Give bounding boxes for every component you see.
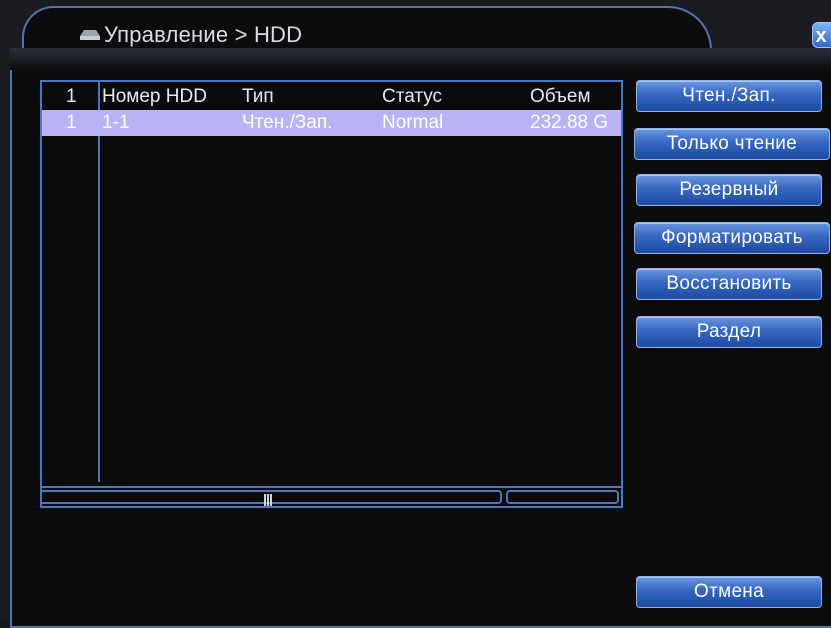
header-hdd-number: Номер HDD (102, 86, 207, 107)
recover-button[interactable]: Восстановить (636, 268, 822, 300)
partition-button[interactable]: Раздел (636, 316, 822, 348)
row-status: Normal (382, 112, 444, 133)
hdd-icon (80, 30, 100, 40)
read-write-button[interactable]: Чтен./Зап. (636, 80, 822, 112)
horizontal-scrollbar[interactable] (42, 486, 621, 506)
header-index: 1 (66, 86, 77, 107)
cancel-button[interactable]: Отмена (636, 576, 822, 608)
close-button[interactable]: x (812, 22, 831, 48)
title-tab: Управление > HDD (22, 6, 712, 50)
redundant-button[interactable]: Резервный (636, 174, 822, 206)
scrollbar-thumb[interactable] (264, 494, 272, 506)
table-row[interactable]: 1 1-1 Чтен./Зап. Normal 232.88 G (42, 110, 621, 136)
scrollbar-end (506, 490, 619, 504)
row-index: 1 (66, 112, 77, 133)
format-button[interactable]: Форматировать (634, 222, 830, 254)
header-capacity: Объем (530, 86, 591, 107)
dvr-dialog: Управление > HDD x 1 Номер HDD Тип Стату… (0, 0, 831, 628)
row-type: Чтен./Зап. (242, 112, 333, 133)
hdd-table: 1 Номер HDD Тип Статус Объем 1 1-1 Чтен.… (40, 80, 623, 508)
scrollbar-track[interactable] (42, 490, 502, 506)
row-hdd-number: 1-1 (102, 112, 130, 133)
window-title: Управление > HDD (104, 22, 303, 47)
read-only-button[interactable]: Только чтение (634, 128, 830, 160)
row-capacity: 232.88 G (530, 112, 609, 133)
header-type: Тип (242, 86, 274, 107)
column-divider (98, 82, 100, 482)
table-header: 1 Номер HDD Тип Статус Объем (42, 84, 621, 110)
header-status: Статус (382, 86, 443, 107)
panel-shade (10, 48, 831, 70)
